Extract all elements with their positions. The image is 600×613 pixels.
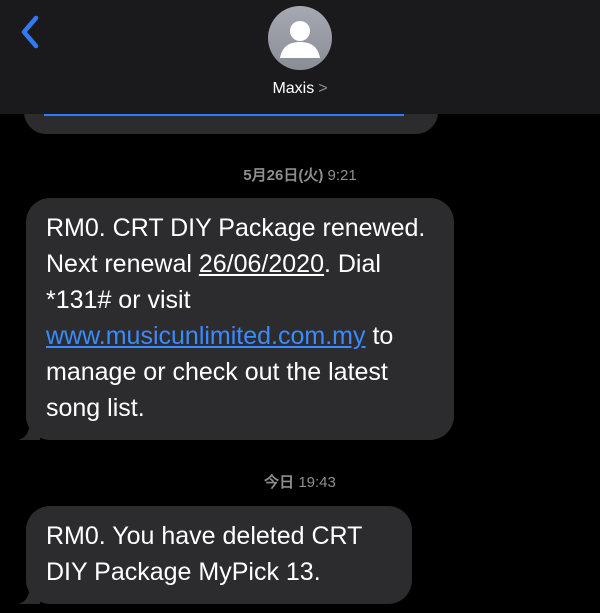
message-bubble[interactable]: RM0. CRT DIY Package renewed. Next renew… — [18, 198, 454, 440]
timestamp-date: 5月26日(火) — [243, 167, 324, 184]
previous-link-underline — [44, 114, 404, 116]
chevron-left-icon — [21, 15, 39, 49]
contact-avatar[interactable] — [268, 6, 332, 70]
contact-name-button[interactable]: Maxis > — [0, 80, 600, 98]
message-text: RM0. You have deleted CRT DIY Package My… — [46, 522, 362, 586]
url-link[interactable]: www.musicunlimited.com.my — [46, 322, 366, 350]
back-button[interactable] — [14, 12, 50, 52]
date-link[interactable]: 26/06/2020 — [199, 250, 324, 278]
message-timestamp: 今日 19:43 — [0, 471, 600, 492]
bubble-tail — [18, 418, 40, 440]
timestamp-time: 9:21 — [327, 167, 357, 184]
message-bubble[interactable]: RM0. You have deleted CRT DIY Package My… — [18, 506, 412, 604]
message-timestamp: 5月26日(火) 9:21 — [0, 164, 600, 185]
conversation-header: Maxis > — [0, 0, 600, 114]
timestamp-time: 19:43 — [298, 474, 336, 491]
chevron-right-icon: > — [318, 80, 328, 97]
timestamp-date: 今日 — [264, 474, 295, 491]
person-silhouette-icon — [280, 21, 320, 58]
bubble-tail — [18, 582, 40, 604]
contact-name: Maxis — [272, 80, 315, 97]
